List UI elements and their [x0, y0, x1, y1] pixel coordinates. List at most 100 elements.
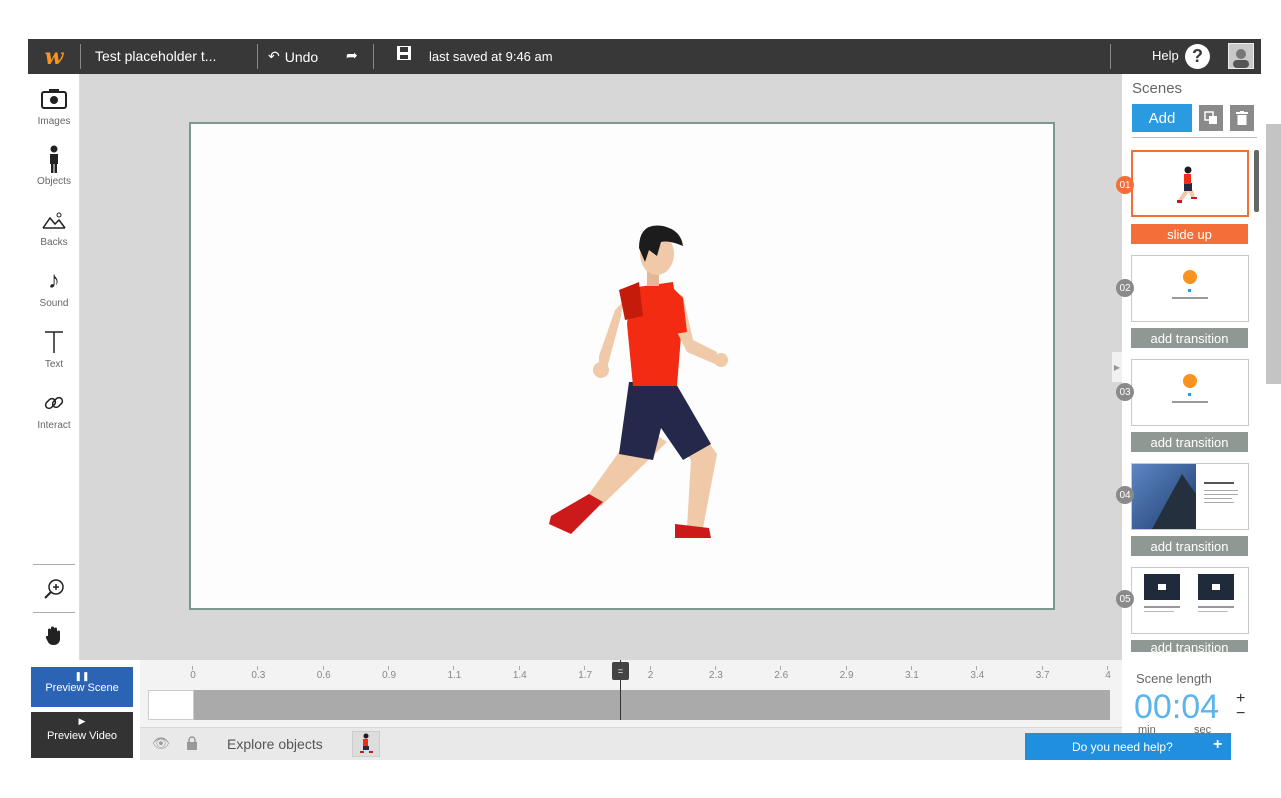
transition-button[interactable]: add transition: [1131, 640, 1248, 652]
divider: [33, 564, 75, 565]
scenes-title: Scenes: [1132, 80, 1183, 97]
page-scrollbar[interactable]: [1266, 124, 1281, 384]
scenes-panel: Scenes Add 01 slide up 02 add transition…: [1116, 74, 1261, 660]
undo-button[interactable]: ↶ Undo: [268, 48, 318, 65]
help-link[interactable]: Help: [1152, 48, 1179, 63]
project-title[interactable]: Test placeholder t...: [95, 48, 216, 64]
timeline-tick: 0.6: [309, 666, 339, 681]
divider: [373, 44, 374, 69]
zoom-button[interactable]: [28, 576, 80, 602]
scene-number: 01: [1116, 176, 1134, 194]
scene-thumbnail-05[interactable]: [1131, 567, 1249, 634]
timeline-tick: 3.1: [897, 666, 927, 681]
scene-thumbnail-01[interactable]: [1131, 150, 1249, 217]
play-icon: ▶: [78, 716, 86, 726]
logo-thumbnail: [1172, 374, 1208, 403]
runner-thumbnail: [1177, 166, 1197, 203]
transition-button[interactable]: slide up: [1131, 224, 1248, 244]
collapse-panel-handle[interactable]: ▶: [1112, 352, 1122, 382]
help-chat-label: Do you need help?: [1072, 740, 1173, 754]
pause-icon: ❚❚: [74, 671, 90, 681]
tool-sound[interactable]: ♪ Sound: [28, 267, 80, 309]
timeline-tick: 0.9: [374, 666, 404, 681]
top-bar: w Test placeholder t... ↶ Undo ➦ last sa…: [28, 39, 1261, 74]
preview-scene-button[interactable]: ❚❚ Preview Scene: [31, 667, 133, 707]
scene-canvas[interactable]: [189, 122, 1055, 610]
help-chat-button[interactable]: Do you need help? +: [1025, 733, 1231, 760]
link-icon: [28, 390, 80, 416]
divider: [1110, 44, 1111, 69]
scene-length-value[interactable]: 00:04: [1134, 688, 1219, 727]
explore-objects-label[interactable]: Explore objects: [227, 736, 323, 752]
preview-scene-label: Preview Scene: [45, 682, 119, 694]
transition-button[interactable]: add transition: [1131, 432, 1248, 452]
timeline-tick: 1.4: [505, 666, 535, 681]
tool-interact-label: Interact: [37, 420, 71, 431]
undo-label: Undo: [284, 48, 319, 65]
avatar[interactable]: [1228, 43, 1254, 69]
divider: [1132, 137, 1257, 138]
preview-video-button[interactable]: ▶ Preview Video: [31, 712, 133, 758]
eye-icon[interactable]: 👁: [152, 735, 170, 752]
timeline-tick: 0.3: [243, 666, 273, 681]
delete-scene-button[interactable]: [1230, 105, 1254, 131]
redo-icon[interactable]: ➦: [346, 47, 358, 64]
tool-images[interactable]: Images: [28, 86, 80, 127]
tool-backs-label: Backs: [40, 237, 68, 248]
divider: [257, 44, 258, 69]
scenes-scrollbar[interactable]: [1254, 150, 1259, 212]
zoom-in-icon: [28, 576, 80, 602]
pan-button[interactable]: [28, 623, 80, 649]
tool-backs[interactable]: Backs: [28, 207, 80, 248]
help-icon[interactable]: ?: [1185, 44, 1210, 69]
tool-interact[interactable]: Interact: [28, 390, 80, 431]
runner-character[interactable]: [191, 124, 1057, 612]
tool-objects[interactable]: Objects: [28, 145, 80, 187]
undo-icon: ↶: [268, 48, 280, 64]
scene-length-label: Scene length: [1136, 671, 1212, 686]
timeline-tick: 2.3: [701, 666, 731, 681]
add-scene-button[interactable]: Add: [1132, 104, 1192, 132]
save-icon[interactable]: [396, 45, 412, 64]
timeline[interactable]: 0 0.3 0.6 0.9 1.1 1.4 1.7 2 2.3 2.6 2.9 3.1 3.4 3.7 4 …: [140, 660, 1122, 727]
scene-thumbnail-02[interactable]: [1131, 255, 1249, 322]
object-thumbnail[interactable]: [352, 731, 380, 757]
scene-thumbnail-04[interactable]: [1131, 463, 1249, 530]
scene-number: 02: [1116, 279, 1134, 297]
text-icon: [28, 329, 80, 355]
tool-text[interactable]: Text: [28, 329, 80, 370]
timeline-tick: 0: [178, 666, 208, 681]
playhead-handle[interactable]: =: [612, 662, 629, 680]
app-root: w Test placeholder t... ↶ Undo ➦ last sa…: [0, 0, 1281, 798]
tool-objects-label: Objects: [37, 176, 71, 187]
app-logo[interactable]: w: [28, 39, 80, 74]
decrease-length-button[interactable]: −: [1236, 705, 1245, 723]
trash-icon: [1236, 111, 1248, 125]
logo-thumbnail: [1172, 270, 1208, 299]
music-note-icon: ♪: [48, 267, 60, 294]
scene-number: 04: [1116, 486, 1134, 504]
lock-icon[interactable]: [186, 736, 198, 755]
tool-text-label: Text: [44, 359, 64, 370]
scene-number: 05: [1116, 590, 1134, 608]
timeline-tick: 3.7: [1028, 666, 1058, 681]
duplicate-scene-button[interactable]: [1199, 105, 1223, 131]
person-icon: [28, 145, 80, 173]
duplicate-icon: [1204, 111, 1217, 124]
cards-thumbnail: [1144, 574, 1234, 612]
timeline-tick: 4: [1093, 666, 1123, 681]
photo-thumbnail: [1132, 464, 1238, 529]
left-toolbar: Images Objects Backs ♪ Sound Text Intera…: [28, 74, 80, 660]
scene-thumbnail-03[interactable]: [1131, 359, 1249, 426]
camera-icon: [28, 86, 80, 112]
timeline-start-block[interactable]: [148, 690, 194, 720]
bottom-bar: 👁 Explore objects: [140, 727, 1122, 760]
runner-icon: [360, 733, 373, 753]
divider: [80, 44, 81, 69]
tool-sound-label: Sound: [39, 298, 69, 309]
help-chat-plus: +: [1213, 736, 1223, 753]
preview-video-label: Preview Video: [46, 730, 118, 742]
transition-button[interactable]: add transition: [1131, 536, 1248, 556]
transition-button[interactable]: add transition: [1131, 328, 1248, 348]
timeline-track[interactable]: [148, 690, 1110, 720]
